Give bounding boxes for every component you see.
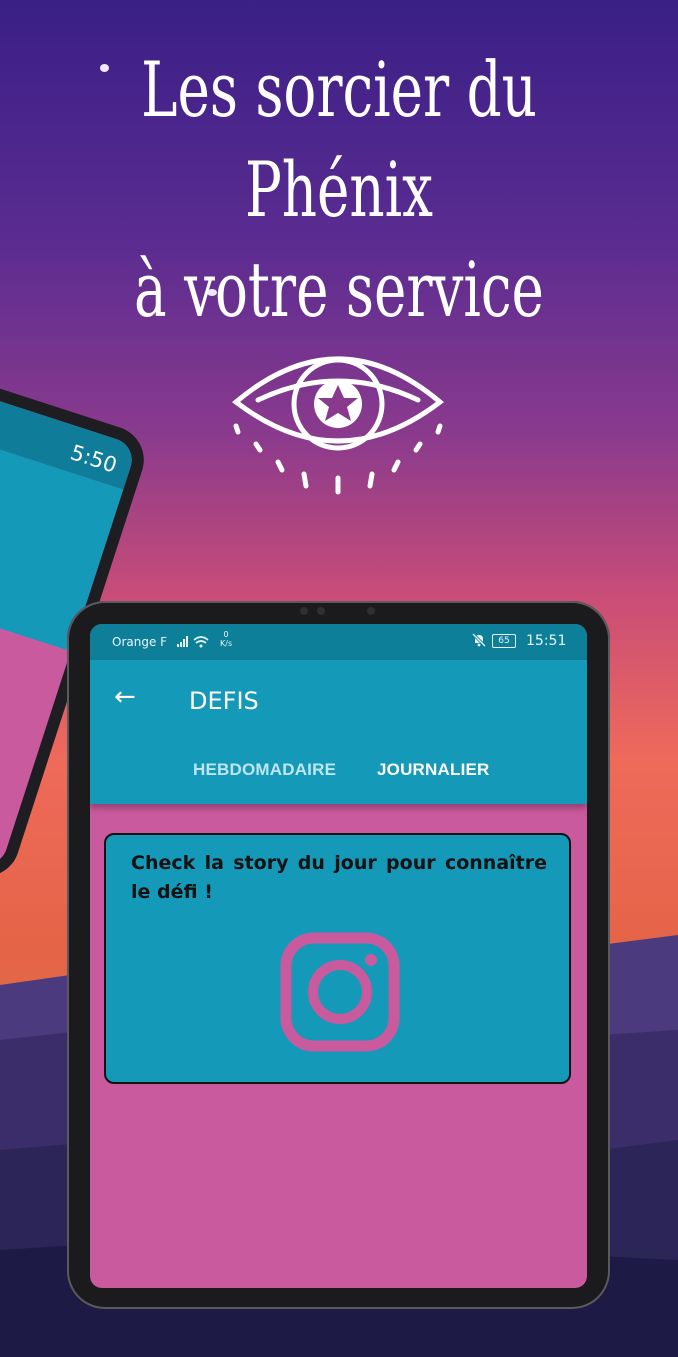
instagram-icon[interactable] <box>280 932 400 1052</box>
challenge-text: Check la story du jour pour connaître le… <box>131 852 547 903</box>
status-bar: Orange F 0 K/s 65 15:51 <box>90 624 587 660</box>
tab-hebdomadaire[interactable]: HEBDOMADAIRE <box>193 760 336 780</box>
status-time: 15:51 <box>526 633 567 649</box>
headline-line-2: à votre service <box>134 245 544 334</box>
camera-dot <box>317 607 325 615</box>
notifications-off-icon <box>471 632 487 651</box>
cellular-signal-icon <box>177 634 211 651</box>
network-speed: 0 K/s <box>220 630 232 648</box>
page-title: DEFIS <box>189 687 259 715</box>
network-speed-value: 0 <box>223 630 229 639</box>
camera-dot <box>300 607 308 615</box>
headline-line-1: Les sorcier du Phénix <box>141 45 537 234</box>
tab-journalier[interactable]: JOURNALIER <box>377 760 490 780</box>
headline: Les sorcier du Phénix à votre service <box>95 40 583 340</box>
challenge-card: Check la story du jour pour connaître le… <box>104 833 571 1084</box>
all-seeing-eye-pentagram-icon <box>232 356 444 495</box>
phone-status-time: 5:50 <box>67 440 120 478</box>
app-bar: ← DEFIS HEBDOMADAIRE JOURNALIER <box>90 660 587 804</box>
battery-icon: 65 <box>492 634 516 648</box>
carrier-name: Orange F <box>112 635 168 649</box>
tablet-mockup: Orange F 0 K/s 65 15:51 ← DEFIS HEBDOMAD… <box>67 601 610 1309</box>
network-speed-unit: K/s <box>220 639 233 648</box>
camera-dot <box>367 607 375 615</box>
arrow-left-icon[interactable]: ← <box>114 682 136 712</box>
tablet-screen: Orange F 0 K/s 65 15:51 ← DEFIS HEBDOMAD… <box>90 624 587 1288</box>
